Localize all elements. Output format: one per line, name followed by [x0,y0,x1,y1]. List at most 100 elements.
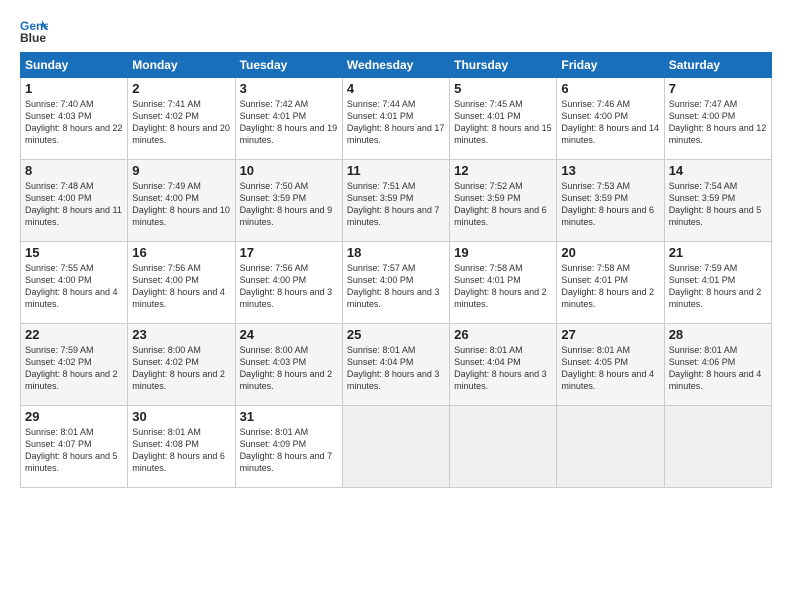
cell-content: Sunrise: 8:01 AMSunset: 4:07 PMDaylight:… [25,426,123,475]
day-number: 4 [347,81,445,96]
day-number: 29 [25,409,123,424]
day-number: 17 [240,245,338,260]
cell-content: Sunrise: 8:00 AMSunset: 4:02 PMDaylight:… [132,344,230,393]
day-number: 23 [132,327,230,342]
day-number: 27 [561,327,659,342]
day-number: 21 [669,245,767,260]
day-number: 28 [669,327,767,342]
day-number: 18 [347,245,445,260]
calendar-cell [557,406,664,488]
day-number: 6 [561,81,659,96]
cell-content: Sunrise: 7:45 AMSunset: 4:01 PMDaylight:… [454,98,552,147]
header: General Blue [20,16,772,44]
day-number: 31 [240,409,338,424]
day-number: 20 [561,245,659,260]
header-cell-sunday: Sunday [21,53,128,78]
day-number: 16 [132,245,230,260]
cell-content: Sunrise: 7:46 AMSunset: 4:00 PMDaylight:… [561,98,659,147]
calendar-cell: 2 Sunrise: 7:41 AMSunset: 4:02 PMDayligh… [128,78,235,160]
cell-content: Sunrise: 8:01 AMSunset: 4:08 PMDaylight:… [132,426,230,475]
calendar-cell: 27 Sunrise: 8:01 AMSunset: 4:05 PMDaylig… [557,324,664,406]
calendar-cell: 14 Sunrise: 7:54 AMSunset: 3:59 PMDaylig… [664,160,771,242]
cell-content: Sunrise: 7:59 AMSunset: 4:02 PMDaylight:… [25,344,123,393]
day-number: 10 [240,163,338,178]
cell-content: Sunrise: 8:01 AMSunset: 4:06 PMDaylight:… [669,344,767,393]
day-number: 25 [347,327,445,342]
calendar-cell: 12 Sunrise: 7:52 AMSunset: 3:59 PMDaylig… [450,160,557,242]
day-number: 15 [25,245,123,260]
calendar-cell [342,406,449,488]
day-number: 12 [454,163,552,178]
cell-content: Sunrise: 8:01 AMSunset: 4:04 PMDaylight:… [454,344,552,393]
calendar-cell: 3 Sunrise: 7:42 AMSunset: 4:01 PMDayligh… [235,78,342,160]
header-cell-monday: Monday [128,53,235,78]
calendar-cell: 10 Sunrise: 7:50 AMSunset: 3:59 PMDaylig… [235,160,342,242]
calendar-week-2: 8 Sunrise: 7:48 AMSunset: 4:00 PMDayligh… [21,160,772,242]
calendar-cell: 9 Sunrise: 7:49 AMSunset: 4:00 PMDayligh… [128,160,235,242]
header-cell-saturday: Saturday [664,53,771,78]
cell-content: Sunrise: 8:01 AMSunset: 4:09 PMDaylight:… [240,426,338,475]
calendar-cell [664,406,771,488]
calendar-cell: 18 Sunrise: 7:57 AMSunset: 4:00 PMDaylig… [342,242,449,324]
calendar-cell: 22 Sunrise: 7:59 AMSunset: 4:02 PMDaylig… [21,324,128,406]
calendar-cell: 5 Sunrise: 7:45 AMSunset: 4:01 PMDayligh… [450,78,557,160]
calendar-cell: 15 Sunrise: 7:55 AMSunset: 4:00 PMDaylig… [21,242,128,324]
header-cell-wednesday: Wednesday [342,53,449,78]
calendar-week-3: 15 Sunrise: 7:55 AMSunset: 4:00 PMDaylig… [21,242,772,324]
day-number: 3 [240,81,338,96]
header-cell-friday: Friday [557,53,664,78]
svg-text:Blue: Blue [20,31,46,44]
cell-content: Sunrise: 8:01 AMSunset: 4:04 PMDaylight:… [347,344,445,393]
day-number: 9 [132,163,230,178]
cell-content: Sunrise: 7:57 AMSunset: 4:00 PMDaylight:… [347,262,445,311]
calendar-cell: 28 Sunrise: 8:01 AMSunset: 4:06 PMDaylig… [664,324,771,406]
calendar-cell: 4 Sunrise: 7:44 AMSunset: 4:01 PMDayligh… [342,78,449,160]
calendar-cell: 30 Sunrise: 8:01 AMSunset: 4:08 PMDaylig… [128,406,235,488]
day-number: 8 [25,163,123,178]
calendar-cell: 17 Sunrise: 7:56 AMSunset: 4:00 PMDaylig… [235,242,342,324]
cell-content: Sunrise: 7:42 AMSunset: 4:01 PMDaylight:… [240,98,338,147]
cell-content: Sunrise: 7:50 AMSunset: 3:59 PMDaylight:… [240,180,338,229]
calendar-cell: 8 Sunrise: 7:48 AMSunset: 4:00 PMDayligh… [21,160,128,242]
cell-content: Sunrise: 8:00 AMSunset: 4:03 PMDaylight:… [240,344,338,393]
calendar-cell: 20 Sunrise: 7:58 AMSunset: 4:01 PMDaylig… [557,242,664,324]
cell-content: Sunrise: 7:58 AMSunset: 4:01 PMDaylight:… [454,262,552,311]
calendar-cell: 25 Sunrise: 8:01 AMSunset: 4:04 PMDaylig… [342,324,449,406]
day-number: 19 [454,245,552,260]
day-number: 30 [132,409,230,424]
cell-content: Sunrise: 7:49 AMSunset: 4:00 PMDaylight:… [132,180,230,229]
header-cell-tuesday: Tuesday [235,53,342,78]
calendar-week-1: 1 Sunrise: 7:40 AMSunset: 4:03 PMDayligh… [21,78,772,160]
calendar-cell: 23 Sunrise: 8:00 AMSunset: 4:02 PMDaylig… [128,324,235,406]
cell-content: Sunrise: 7:41 AMSunset: 4:02 PMDaylight:… [132,98,230,147]
calendar-week-4: 22 Sunrise: 7:59 AMSunset: 4:02 PMDaylig… [21,324,772,406]
cell-content: Sunrise: 8:01 AMSunset: 4:05 PMDaylight:… [561,344,659,393]
day-number: 13 [561,163,659,178]
header-cell-thursday: Thursday [450,53,557,78]
day-number: 1 [25,81,123,96]
cell-content: Sunrise: 7:48 AMSunset: 4:00 PMDaylight:… [25,180,123,229]
logo-icon: General Blue [20,16,48,44]
day-number: 5 [454,81,552,96]
day-number: 11 [347,163,445,178]
calendar-cell: 7 Sunrise: 7:47 AMSunset: 4:00 PMDayligh… [664,78,771,160]
cell-content: Sunrise: 7:47 AMSunset: 4:00 PMDaylight:… [669,98,767,147]
cell-content: Sunrise: 7:40 AMSunset: 4:03 PMDaylight:… [25,98,123,147]
day-number: 22 [25,327,123,342]
cell-content: Sunrise: 7:53 AMSunset: 3:59 PMDaylight:… [561,180,659,229]
day-number: 26 [454,327,552,342]
cell-content: Sunrise: 7:58 AMSunset: 4:01 PMDaylight:… [561,262,659,311]
calendar-cell: 29 Sunrise: 8:01 AMSunset: 4:07 PMDaylig… [21,406,128,488]
logo: General Blue [20,16,52,44]
day-number: 14 [669,163,767,178]
calendar-cell: 13 Sunrise: 7:53 AMSunset: 3:59 PMDaylig… [557,160,664,242]
day-number: 7 [669,81,767,96]
calendar-cell: 1 Sunrise: 7:40 AMSunset: 4:03 PMDayligh… [21,78,128,160]
cell-content: Sunrise: 7:56 AMSunset: 4:00 PMDaylight:… [132,262,230,311]
calendar-cell: 26 Sunrise: 8:01 AMSunset: 4:04 PMDaylig… [450,324,557,406]
calendar-cell: 24 Sunrise: 8:00 AMSunset: 4:03 PMDaylig… [235,324,342,406]
cell-content: Sunrise: 7:52 AMSunset: 3:59 PMDaylight:… [454,180,552,229]
calendar-cell: 16 Sunrise: 7:56 AMSunset: 4:00 PMDaylig… [128,242,235,324]
calendar-cell: 21 Sunrise: 7:59 AMSunset: 4:01 PMDaylig… [664,242,771,324]
calendar-week-5: 29 Sunrise: 8:01 AMSunset: 4:07 PMDaylig… [21,406,772,488]
